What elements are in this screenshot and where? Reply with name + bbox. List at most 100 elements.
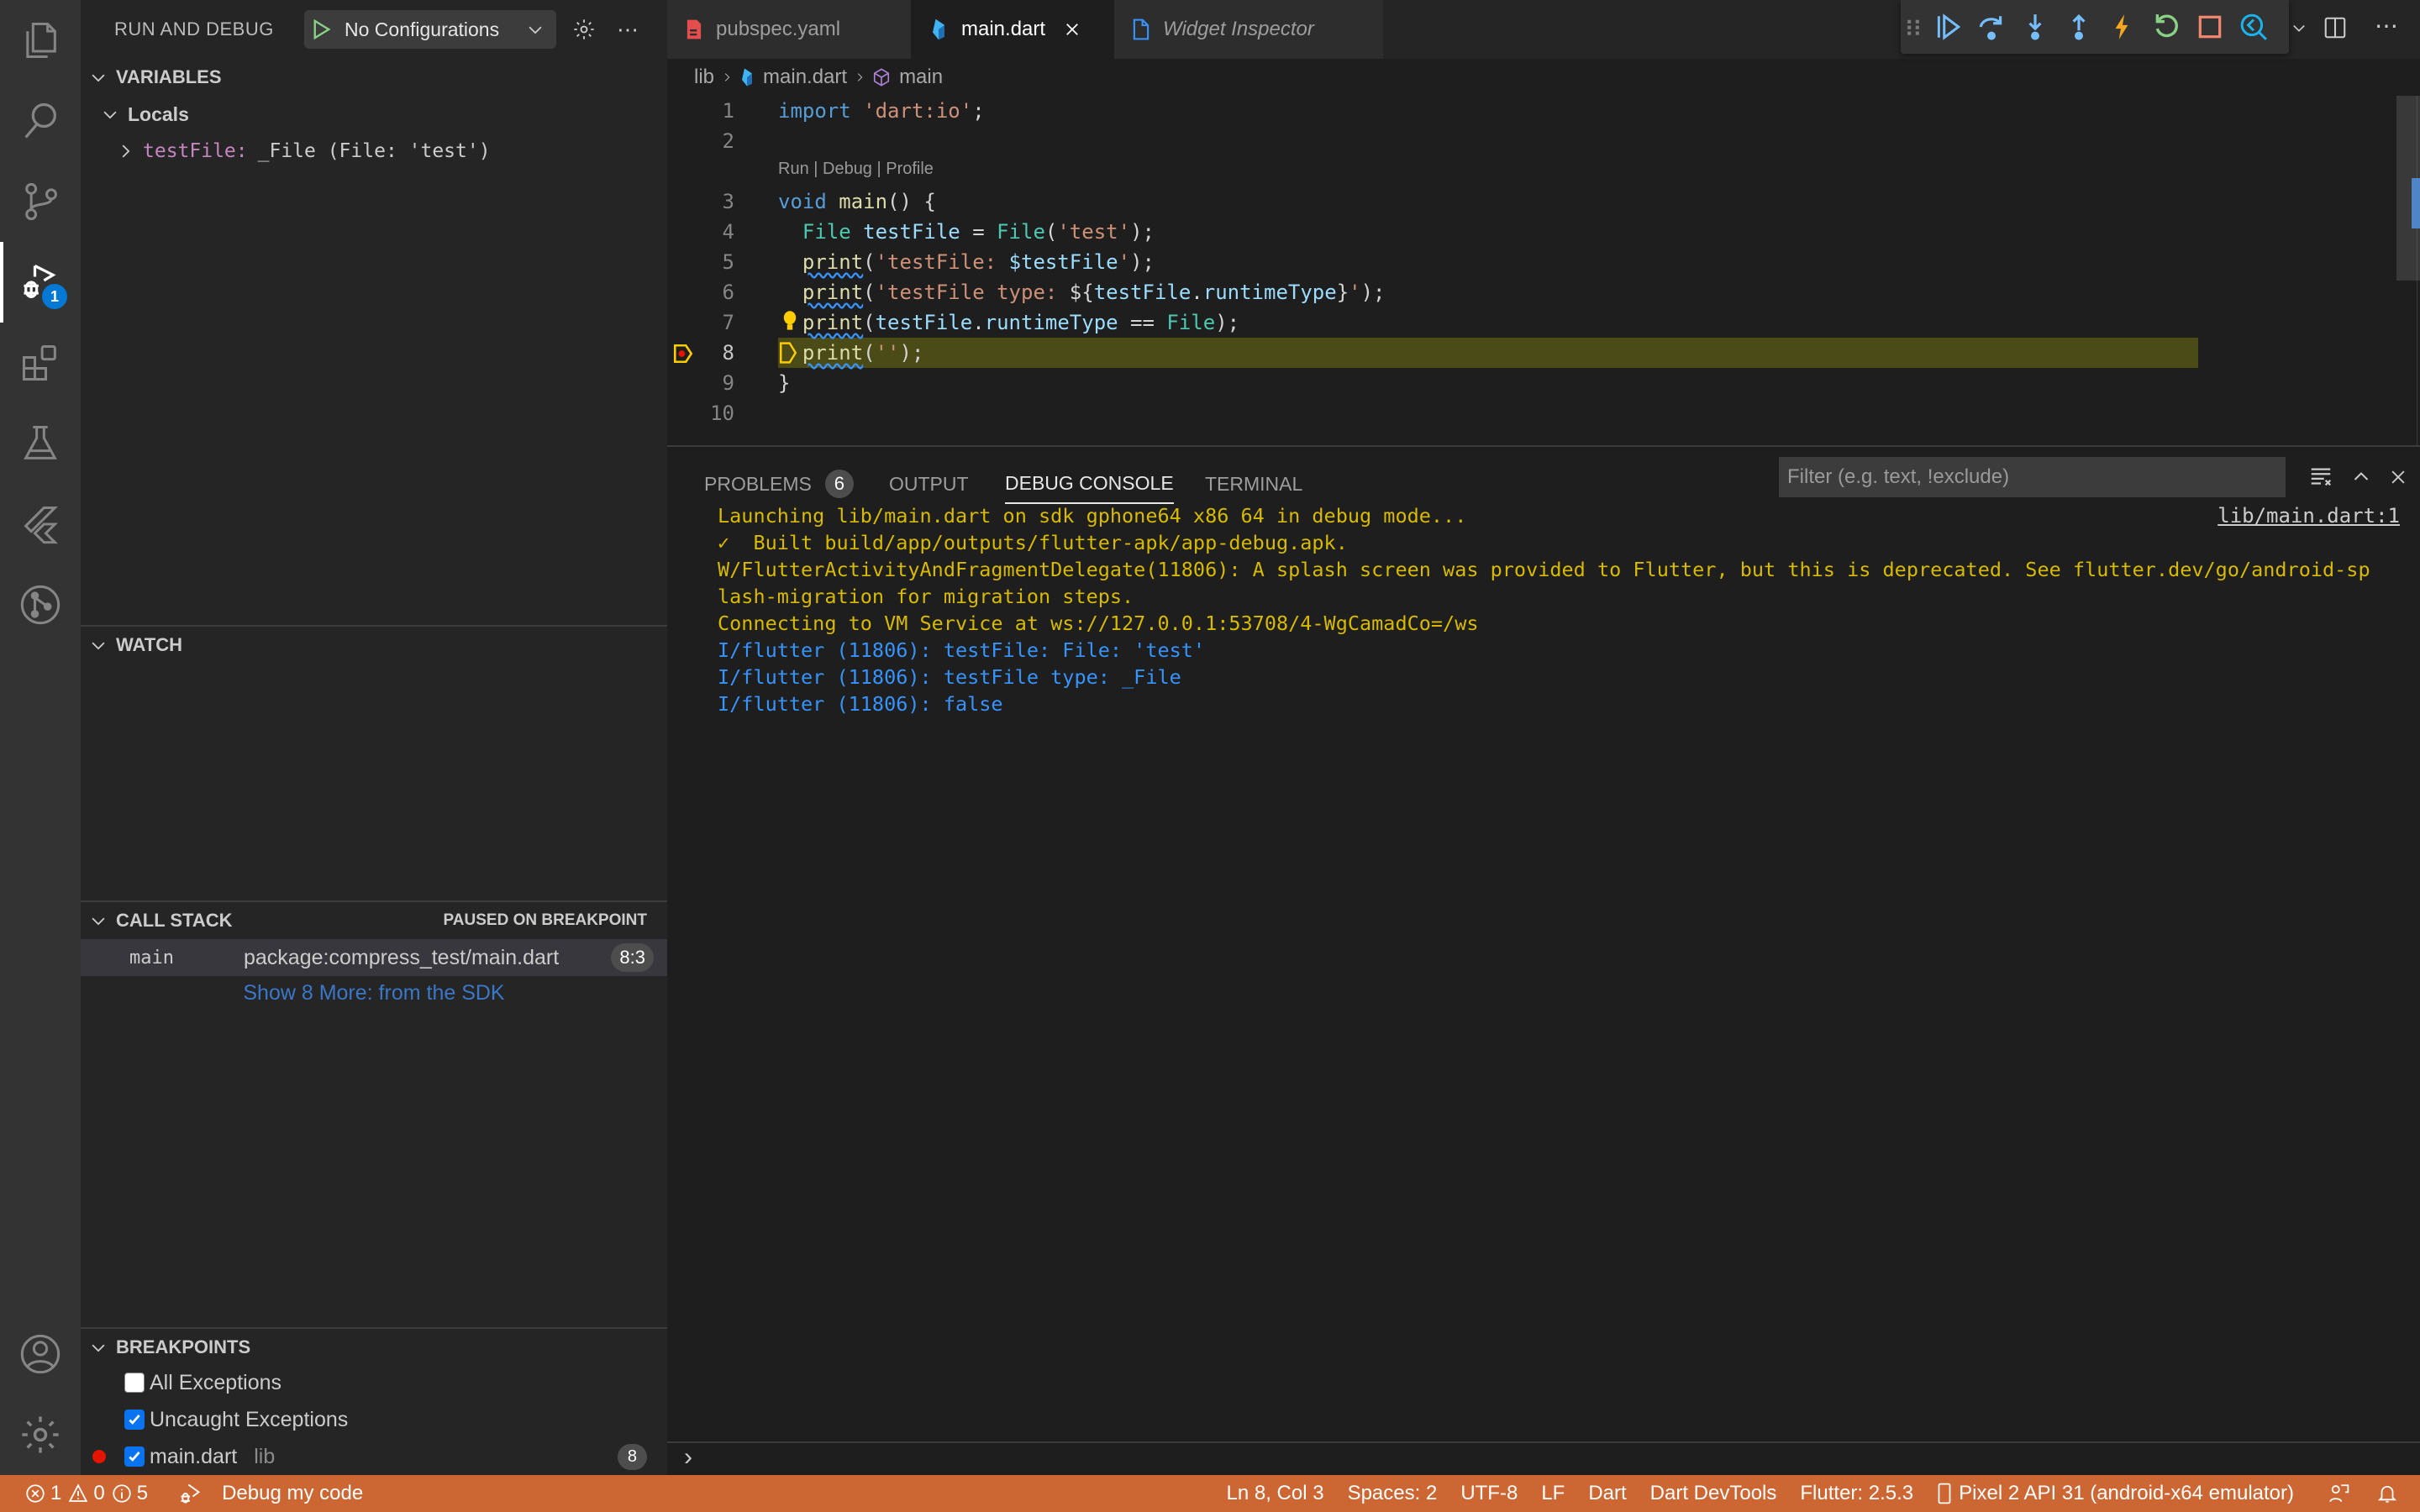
- dart-devtools[interactable]: Dart DevTools: [1650, 1482, 1777, 1505]
- show-more-frames-link[interactable]: Show 8 More: from the SDK: [81, 974, 667, 1011]
- flutter-version[interactable]: Flutter: 2.5.3: [1800, 1482, 1913, 1505]
- code-line: 7 print(testFile.runtimeType == File);: [667, 307, 2196, 338]
- step-out-button[interactable]: [2057, 5, 2101, 49]
- split-editor-icon: [2324, 17, 2346, 39]
- stack-frame[interactable]: main package:compress_test/main.dart 8:3: [81, 939, 667, 976]
- chevron-down-icon[interactable]: [2291, 18, 2311, 39]
- manage-button[interactable]: [0, 1394, 81, 1475]
- line-number: 1: [722, 99, 734, 123]
- variable-item[interactable]: testFile: _File (File: 'test'): [81, 133, 667, 170]
- drag-handle[interactable]: [1901, 5, 1926, 49]
- indentation[interactable]: Spaces: 2: [1348, 1482, 1438, 1505]
- tab-label: OUTPUT: [889, 472, 969, 495]
- git-graph-button[interactable]: [0, 564, 81, 645]
- codelens-run-debug-profile[interactable]: Run | Debug | Profile: [778, 160, 934, 179]
- more-actions-button[interactable]: ⋯: [613, 15, 642, 44]
- tab-problems[interactable]: PROBLEMS 6: [704, 464, 854, 504]
- chevron-down-icon: [92, 74, 105, 82]
- problems-status[interactable]: 1 0 5: [25, 1482, 148, 1505]
- breakpoint-uncaught-exceptions[interactable]: Uncaught Exceptions: [81, 1401, 667, 1438]
- chevron-down-icon: [529, 26, 542, 34]
- variables-section-header[interactable]: VARIABLES: [81, 59, 667, 96]
- status-bar: 1 0 5 Debug my code Ln 8, Col 3 Spaces: …: [0, 1475, 2420, 1512]
- hot-reload-button[interactable]: [2101, 5, 2144, 49]
- close-panel-button[interactable]: [2383, 462, 2413, 492]
- code-line: 1 import 'dart:io';: [667, 96, 2196, 126]
- step-over-button[interactable]: [1970, 5, 2013, 49]
- breakpoint-label: All Exceptions: [150, 1370, 282, 1394]
- configuration-label: No Configurations: [345, 18, 500, 40]
- tab-debug-console[interactable]: DEBUG CONSOLE: [1005, 464, 1174, 504]
- run-debug-button[interactable]: 1: [0, 242, 81, 323]
- console-source-link[interactable]: lib/main.dart:1: [2217, 504, 2400, 528]
- tab-output[interactable]: OUTPUT: [889, 464, 969, 504]
- debug-status[interactable]: Debug my code: [178, 1482, 363, 1505]
- call-stack-section-header[interactable]: CALL STACK PAUSED ON BREAKPOINT: [81, 902, 667, 939]
- tab-label: pubspec.yaml: [716, 18, 841, 40]
- breakpoint-main-dart[interactable]: main.dart lib 8: [81, 1438, 667, 1475]
- sidebar-title: RUN AND DEBUG: [114, 18, 274, 39]
- checkbox[interactable]: [124, 1373, 145, 1393]
- info-count: 5: [136, 1482, 149, 1504]
- restart-icon: [2155, 14, 2178, 38]
- step-into-button[interactable]: [2013, 5, 2057, 49]
- notifications-button[interactable]: [2376, 1483, 2398, 1504]
- split-editor-button[interactable]: [2323, 15, 2351, 44]
- line-number: 9: [722, 371, 734, 395]
- maximize-panel-button[interactable]: [2346, 462, 2376, 492]
- activity-bar: 1: [0, 0, 81, 1475]
- line-number: 4: [722, 220, 734, 244]
- watch-section-header[interactable]: WATCH: [81, 627, 667, 664]
- console-line: I/flutter (11806): false: [718, 692, 1003, 716]
- flutter-inspector-button[interactable]: [2232, 5, 2275, 49]
- line-number: 6: [722, 281, 734, 304]
- locals-scope[interactable]: Locals: [81, 96, 667, 133]
- source-control-button[interactable]: [0, 161, 81, 242]
- open-launch-json-button[interactable]: [570, 15, 598, 44]
- breadcrumb-file[interactable]: main.dart: [763, 66, 847, 89]
- encoding[interactable]: UTF-8: [1460, 1482, 1518, 1505]
- hot-restart-button[interactable]: [2144, 5, 2188, 49]
- breadcrumb-lib[interactable]: lib: [694, 66, 714, 89]
- cursor-position[interactable]: Ln 8, Col 3: [1227, 1482, 1324, 1505]
- tab-pubspec-yaml[interactable]: pubspec.yaml: [667, 0, 911, 59]
- breakpoint-all-exceptions[interactable]: All Exceptions: [81, 1364, 667, 1401]
- file-icon: [1133, 18, 1150, 40]
- clear-console-button[interactable]: [2306, 462, 2336, 492]
- testing-button[interactable]: [0, 403, 81, 484]
- accounts-button[interactable]: [0, 1314, 81, 1394]
- feedback-button[interactable]: [2328, 1483, 2349, 1504]
- checkbox-checked[interactable]: [124, 1446, 145, 1467]
- stop-button[interactable]: [2188, 5, 2232, 49]
- debug-icon: [181, 1483, 201, 1504]
- close-icon[interactable]: [1064, 21, 1081, 38]
- configuration-dropdown[interactable]: No Configurations: [304, 10, 556, 49]
- extensions-button[interactable]: [0, 323, 81, 403]
- close-icon: [2391, 470, 2405, 484]
- scrollbar-marker: [2412, 178, 2420, 228]
- device-selector[interactable]: Pixel 2 API 31 (android-x64 emulator): [1937, 1482, 2294, 1505]
- start-debugging-icon[interactable]: [313, 18, 331, 40]
- continue-button[interactable]: [1926, 5, 1970, 49]
- code-line: 6 print('testFile type: ${testFile.runti…: [667, 277, 2196, 307]
- console-filter-input[interactable]: [1779, 457, 2286, 497]
- checkbox-checked[interactable]: [124, 1410, 145, 1430]
- console-line: lash-migration for migration steps.: [718, 585, 1134, 608]
- code-editor[interactable]: 1 import 'dart:io'; 2 Run | Debug | Prof…: [667, 96, 2420, 445]
- flutter-button[interactable]: [0, 484, 81, 564]
- editor-more-actions-button[interactable]: ⋯: [2375, 12, 2398, 39]
- end-of-line[interactable]: LF: [1541, 1482, 1565, 1505]
- tab-terminal[interactable]: TERMINAL: [1205, 464, 1302, 504]
- breadcrumb-symbol[interactable]: main: [899, 66, 943, 89]
- explorer-button[interactable]: [0, 0, 81, 81]
- ellipsis-icon: ⋯: [2375, 13, 2398, 39]
- line-number: 7: [722, 311, 734, 334]
- breakpoints-section-header[interactable]: BREAKPOINTS: [81, 1329, 667, 1366]
- debug-repl-input[interactable]: ›: [667, 1441, 2420, 1475]
- chevron-down-icon: [92, 642, 105, 650]
- tab-main-dart[interactable]: main.dart: [911, 0, 1114, 59]
- language-mode[interactable]: Dart: [1588, 1482, 1626, 1505]
- source-control-icon: [25, 182, 57, 221]
- tab-widget-inspector[interactable]: Widget Inspector: [1114, 0, 1383, 59]
- search-button[interactable]: [0, 81, 81, 161]
